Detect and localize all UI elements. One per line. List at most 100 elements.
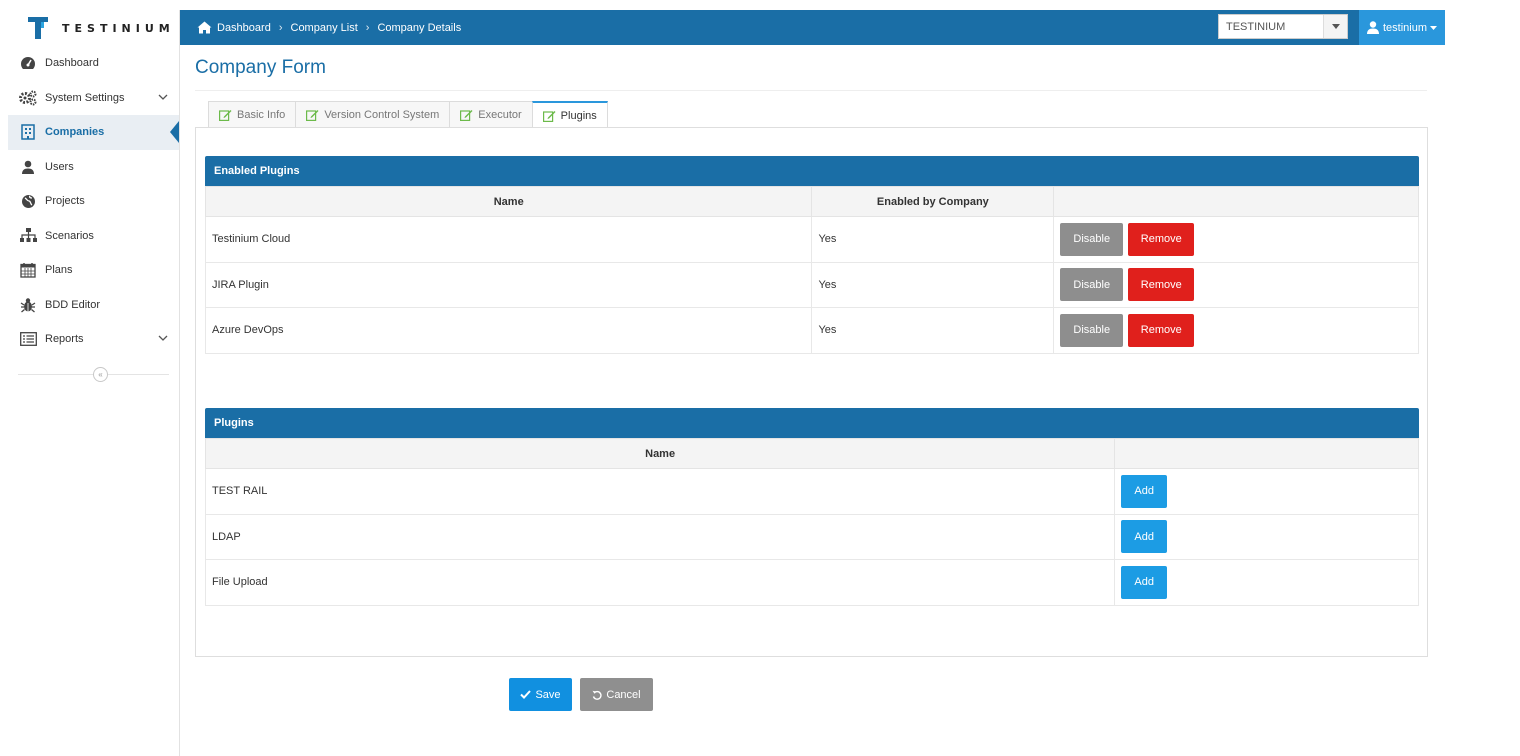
row-actions: Add xyxy=(1114,559,1419,606)
sidebar-item-dashboard[interactable]: Dashboard xyxy=(8,46,179,81)
column-header-name: Name xyxy=(204,438,1116,469)
edit-icon xyxy=(306,109,319,121)
sidebar-item-label: Reports xyxy=(45,333,84,346)
save-button[interactable]: Save xyxy=(509,678,572,711)
add-plugin-button[interactable]: Add xyxy=(1121,520,1168,554)
disable-button[interactable]: Disable xyxy=(1060,268,1124,302)
column-header-enabled-by-company: Enabled by Company xyxy=(811,186,1055,217)
sidebar-item-label: Scenarios xyxy=(45,229,94,242)
table-header-row: Name Enabled by Company xyxy=(204,186,1419,217)
title-divider xyxy=(195,90,1427,91)
logo[interactable]: TESTINIUM xyxy=(8,10,179,46)
company-select-value: TESTINIUM xyxy=(1226,20,1286,33)
breadcrumb-company-list[interactable]: Company List xyxy=(291,22,358,34)
sidebar-item-system-settings[interactable]: System Settings xyxy=(8,81,179,116)
table-row: JIRA Plugin Yes Disable Remove xyxy=(204,261,1419,308)
table-row: LDAP Add xyxy=(204,513,1419,560)
sidebar-item-label: Companies xyxy=(45,126,105,139)
tab-label: Plugins xyxy=(560,110,597,122)
edit-icon xyxy=(460,109,473,121)
plugins-header: Plugins xyxy=(205,408,1419,438)
plugins-table: Name TEST RAIL Add LDAP Add File Upload … xyxy=(204,438,1419,606)
plugin-enabled: Yes xyxy=(811,261,1055,308)
tab-version-control-system[interactable]: Version Control System xyxy=(295,101,451,128)
plugin-name: File Upload xyxy=(204,559,1116,606)
chevron-down-icon[interactable] xyxy=(158,333,168,345)
bug-icon xyxy=(19,296,37,314)
cogs-icon xyxy=(19,89,37,107)
sidebar-item-bdd-editor[interactable]: BDD Editor xyxy=(8,288,179,323)
sidebar: TESTINIUM Dashboard System Settings Comp… xyxy=(8,10,180,756)
sidebar-item-label: Plans xyxy=(45,264,73,277)
chevron-down-icon[interactable] xyxy=(158,92,168,104)
table-header-row: Name xyxy=(204,438,1419,469)
sidebar-item-label: Dashboard xyxy=(45,57,99,70)
plugin-name: TEST RAIL xyxy=(204,468,1116,515)
save-label: Save xyxy=(535,688,561,701)
breadcrumb-dashboard[interactable]: Dashboard xyxy=(217,22,271,34)
cancel-label: Cancel xyxy=(606,688,641,701)
table-row: TEST RAIL Add xyxy=(204,468,1419,515)
edit-icon xyxy=(219,109,232,121)
tab-label: Executor xyxy=(478,109,522,121)
breadcrumb-company-details: Company Details xyxy=(377,21,462,34)
tab-label: Basic Info xyxy=(237,109,286,121)
caret-down-icon[interactable] xyxy=(1323,15,1347,38)
add-plugin-button[interactable]: Add xyxy=(1121,565,1168,599)
building-icon xyxy=(19,123,37,141)
plugin-name: Azure DevOps xyxy=(204,307,813,354)
plugin-enabled: Yes xyxy=(811,216,1055,263)
column-header-actions xyxy=(1114,438,1419,469)
dashboard-icon xyxy=(19,54,37,72)
top-navbar: Dashboard › Company List › Company Detai… xyxy=(180,10,1445,45)
user-icon xyxy=(1367,21,1379,34)
logo-text: TESTINIUM xyxy=(62,21,175,35)
disable-button[interactable]: Disable xyxy=(1060,313,1124,347)
sidebar-item-plans[interactable]: Plans xyxy=(8,253,179,288)
sidebar-item-users[interactable]: Users xyxy=(8,150,179,185)
row-actions: Disable Remove xyxy=(1053,216,1419,263)
sidebar-item-label: BDD Editor xyxy=(45,298,101,311)
breadcrumb-separator: › xyxy=(365,21,370,34)
remove-button[interactable]: Remove xyxy=(1128,268,1195,302)
tab-basic-info[interactable]: Basic Info xyxy=(208,101,297,128)
edit-icon xyxy=(542,110,556,122)
calendar-icon xyxy=(19,261,37,279)
page-title: Company Form xyxy=(195,57,326,78)
sidebar-item-companies[interactable]: Companies xyxy=(8,115,179,150)
caret-down-icon xyxy=(1430,25,1438,30)
home-icon xyxy=(197,21,212,34)
sidebar-item-projects[interactable]: Projects xyxy=(8,184,179,219)
tab-label: Version Control System xyxy=(324,109,440,121)
sidebar-collapse-row: « xyxy=(18,363,169,387)
disable-button[interactable]: Disable xyxy=(1060,222,1124,256)
user-menu[interactable]: testinium xyxy=(1359,10,1445,45)
breadcrumb: Dashboard › Company List › Company Detai… xyxy=(180,21,461,34)
tab-plugins[interactable]: Plugins xyxy=(531,101,608,129)
undo-icon xyxy=(592,690,603,700)
user-icon xyxy=(19,158,37,176)
list-icon xyxy=(19,330,37,348)
sidebar-item-label: Users xyxy=(45,160,74,173)
row-actions: Disable Remove xyxy=(1053,307,1419,354)
sidebar-item-reports[interactable]: Reports xyxy=(8,322,179,357)
form-tabs: Basic Info Version Control System Execut… xyxy=(208,101,608,129)
check-icon xyxy=(520,690,532,699)
add-plugin-button[interactable]: Add xyxy=(1121,474,1168,508)
column-header-actions xyxy=(1053,186,1419,217)
plugins-title: Plugins xyxy=(214,417,254,429)
sidebar-item-label: System Settings xyxy=(45,91,125,104)
sitemap-icon xyxy=(19,227,37,245)
remove-button[interactable]: Remove xyxy=(1128,222,1195,256)
plugin-name: LDAP xyxy=(204,513,1116,560)
enabled-plugins-title: Enabled Plugins xyxy=(214,165,300,177)
sidebar-item-scenarios[interactable]: Scenarios xyxy=(8,219,179,254)
remove-button[interactable]: Remove xyxy=(1128,313,1195,347)
row-actions: Disable Remove xyxy=(1053,261,1419,308)
tab-executor[interactable]: Executor xyxy=(449,101,533,128)
collapse-sidebar-icon[interactable]: « xyxy=(93,366,108,382)
table-row: Testinium Cloud Yes Disable Remove xyxy=(204,216,1419,263)
company-select[interactable]: TESTINIUM xyxy=(1218,14,1348,39)
column-header-name: Name xyxy=(204,186,813,217)
cancel-button[interactable]: Cancel xyxy=(580,678,653,711)
